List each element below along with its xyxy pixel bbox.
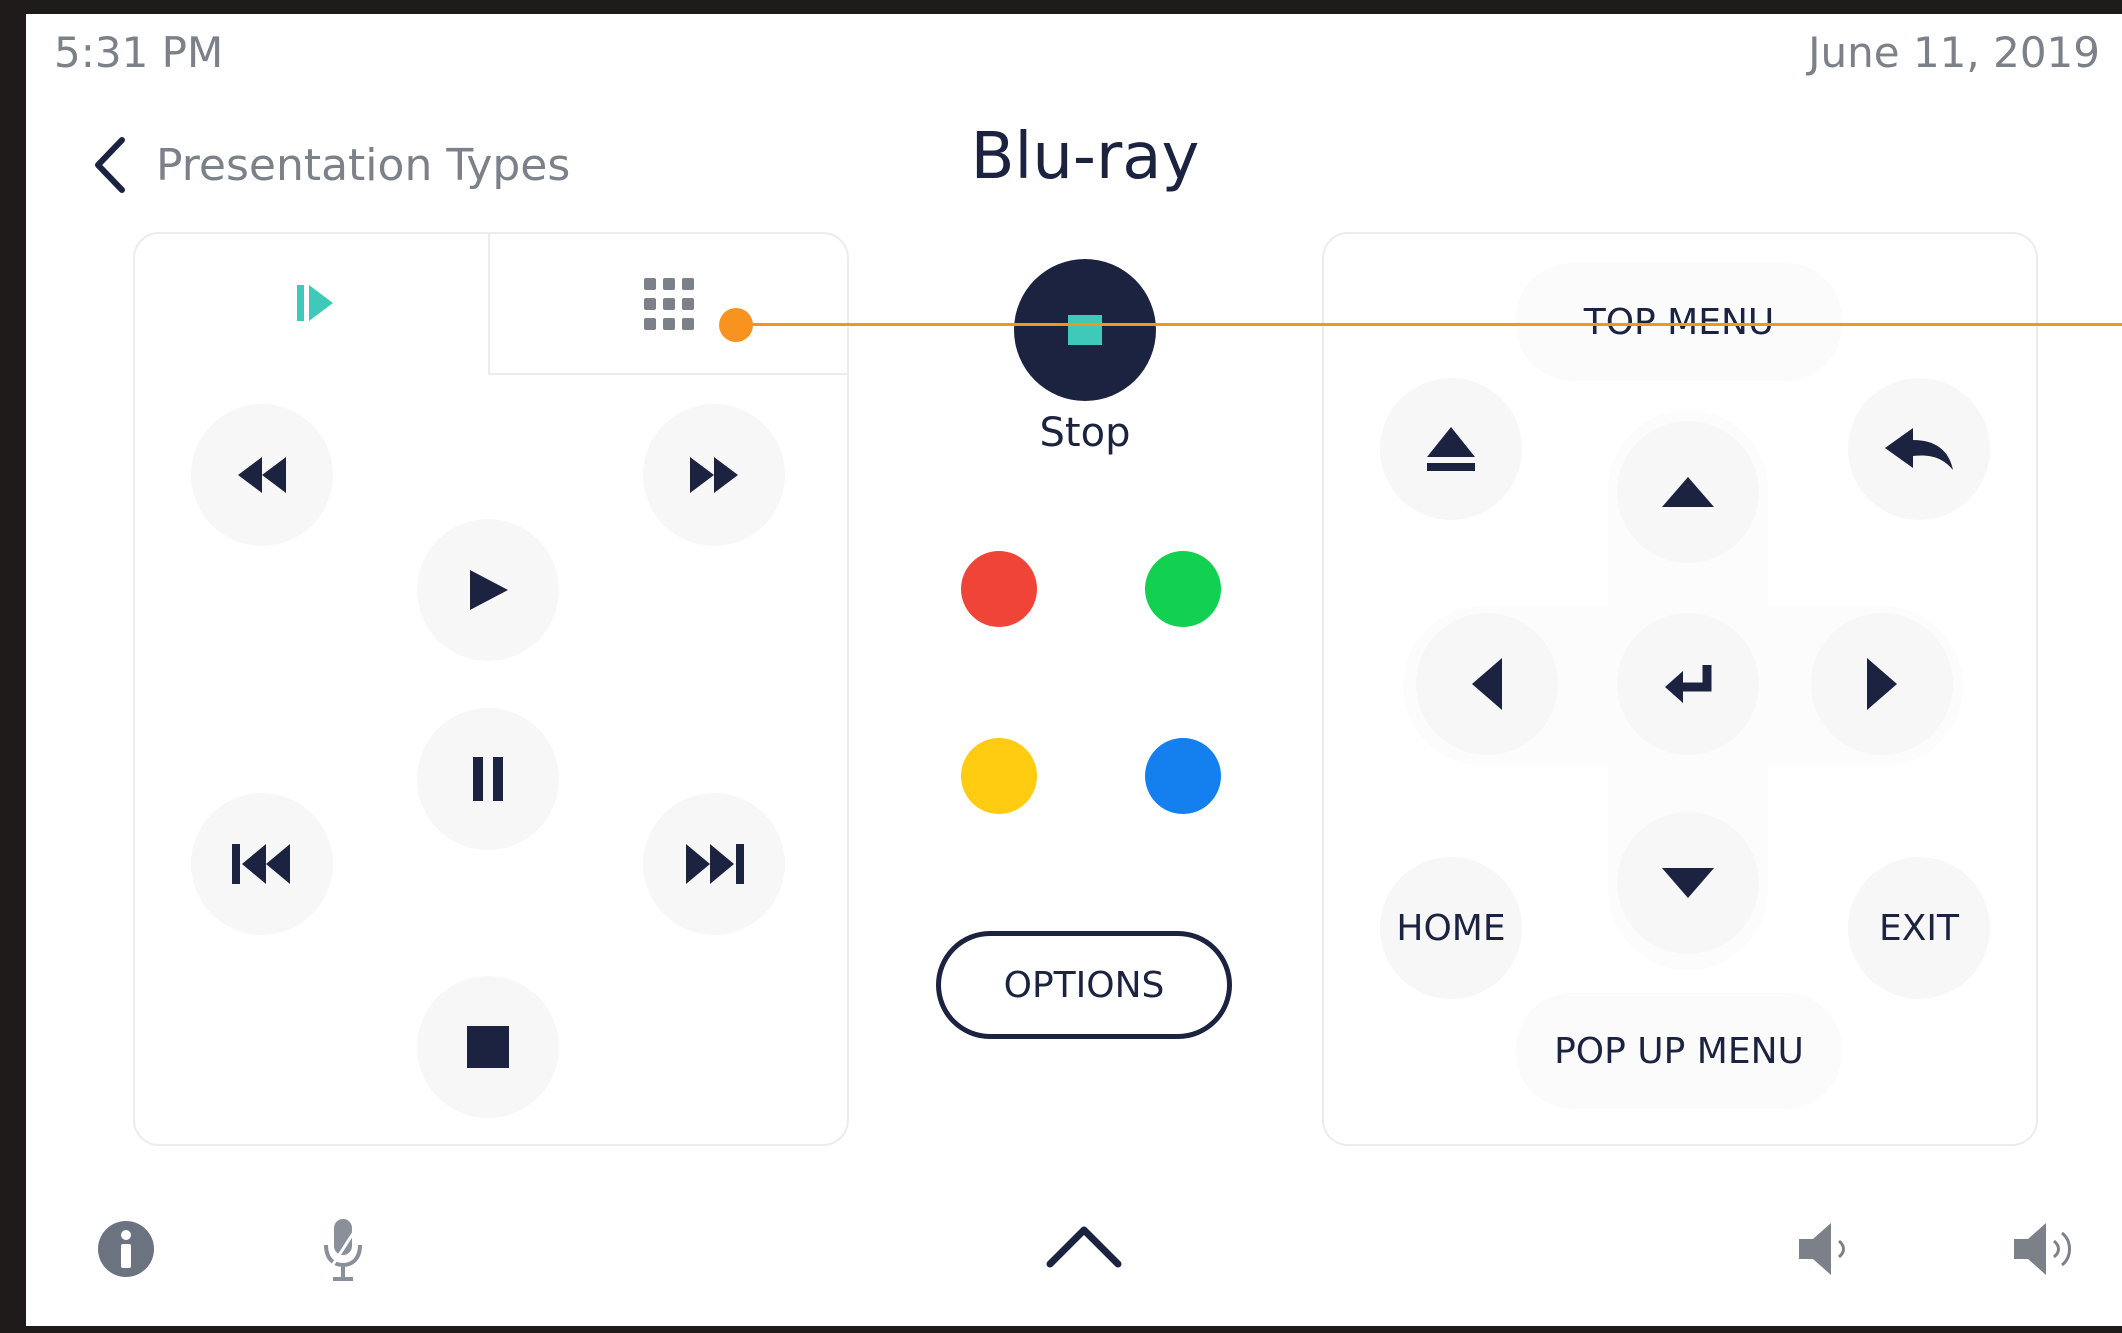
expand-tray-button[interactable] bbox=[1046, 1220, 1122, 1270]
device-bezel-left bbox=[0, 0, 26, 1333]
pause-icon bbox=[473, 757, 503, 801]
top-menu-button[interactable]: TOP MENU bbox=[1516, 263, 1842, 381]
volume-down-icon bbox=[1797, 1219, 1855, 1279]
enter-button[interactable] bbox=[1617, 613, 1759, 755]
rewind-icon bbox=[236, 455, 288, 495]
info-button[interactable] bbox=[96, 1219, 156, 1279]
status-time: 5:31 PM bbox=[54, 28, 224, 77]
annotation-line bbox=[735, 323, 2122, 326]
stop-status-label: Stop bbox=[1039, 410, 1131, 456]
options-button[interactable]: OPTIONS bbox=[936, 931, 1232, 1039]
enter-icon bbox=[1663, 663, 1713, 705]
play-button[interactable] bbox=[417, 519, 559, 661]
keypad-grid-icon bbox=[644, 278, 694, 330]
status-date: June 11, 2019 bbox=[1808, 28, 2100, 77]
tab-keypad[interactable] bbox=[488, 234, 849, 375]
fast-forward-icon bbox=[688, 455, 740, 495]
stop-icon bbox=[467, 1026, 509, 1068]
fast-forward-button[interactable] bbox=[643, 404, 785, 546]
microphone-icon bbox=[321, 1217, 365, 1283]
stop-button[interactable] bbox=[417, 976, 559, 1118]
skip-next-button[interactable] bbox=[643, 793, 785, 935]
stop-status-button[interactable] bbox=[1014, 259, 1156, 401]
yellow-color-button[interactable] bbox=[961, 738, 1037, 814]
device-bezel-top bbox=[0, 0, 2122, 14]
arrow-up-button[interactable] bbox=[1617, 421, 1759, 563]
return-icon bbox=[1883, 426, 1955, 472]
microphone-button[interactable] bbox=[318, 1215, 368, 1285]
annotation-marker bbox=[719, 308, 753, 342]
volume-up-icon bbox=[2012, 1219, 2078, 1279]
play-icon bbox=[466, 568, 510, 612]
green-color-button[interactable] bbox=[1145, 551, 1221, 627]
eject-button[interactable] bbox=[1380, 378, 1522, 520]
arrow-down-button[interactable] bbox=[1617, 812, 1759, 954]
blue-color-button[interactable] bbox=[1145, 738, 1221, 814]
red-color-button[interactable] bbox=[961, 551, 1037, 627]
return-button[interactable] bbox=[1848, 378, 1990, 520]
arrow-right-icon bbox=[1867, 658, 1897, 710]
volume-up-button[interactable] bbox=[2012, 1217, 2078, 1281]
arrow-up-icon bbox=[1662, 477, 1714, 507]
arrow-right-button[interactable] bbox=[1811, 613, 1953, 755]
skip-next-icon bbox=[684, 842, 744, 886]
arrow-down-icon bbox=[1662, 868, 1714, 898]
info-icon bbox=[97, 1220, 155, 1278]
skip-previous-button[interactable] bbox=[191, 793, 333, 935]
pop-up-menu-button[interactable]: POP UP MENU bbox=[1516, 993, 1842, 1109]
volume-down-button[interactable] bbox=[1796, 1217, 1856, 1281]
arrow-left-button[interactable] bbox=[1416, 613, 1558, 755]
chevron-up-icon bbox=[1046, 1222, 1122, 1268]
stop-status-icon bbox=[1068, 315, 1102, 345]
pause-button[interactable] bbox=[417, 708, 559, 850]
device-bezel-bottom bbox=[0, 1326, 2122, 1333]
exit-button[interactable]: EXIT bbox=[1848, 857, 1990, 999]
skip-previous-icon bbox=[232, 842, 292, 886]
rewind-button[interactable] bbox=[191, 404, 333, 546]
home-button[interactable]: HOME bbox=[1380, 857, 1522, 999]
eject-icon bbox=[1425, 425, 1477, 473]
transport-icon bbox=[295, 282, 335, 324]
page-title: Blu-ray bbox=[970, 120, 1200, 194]
arrow-left-icon bbox=[1472, 658, 1502, 710]
tab-transport[interactable] bbox=[135, 234, 488, 373]
